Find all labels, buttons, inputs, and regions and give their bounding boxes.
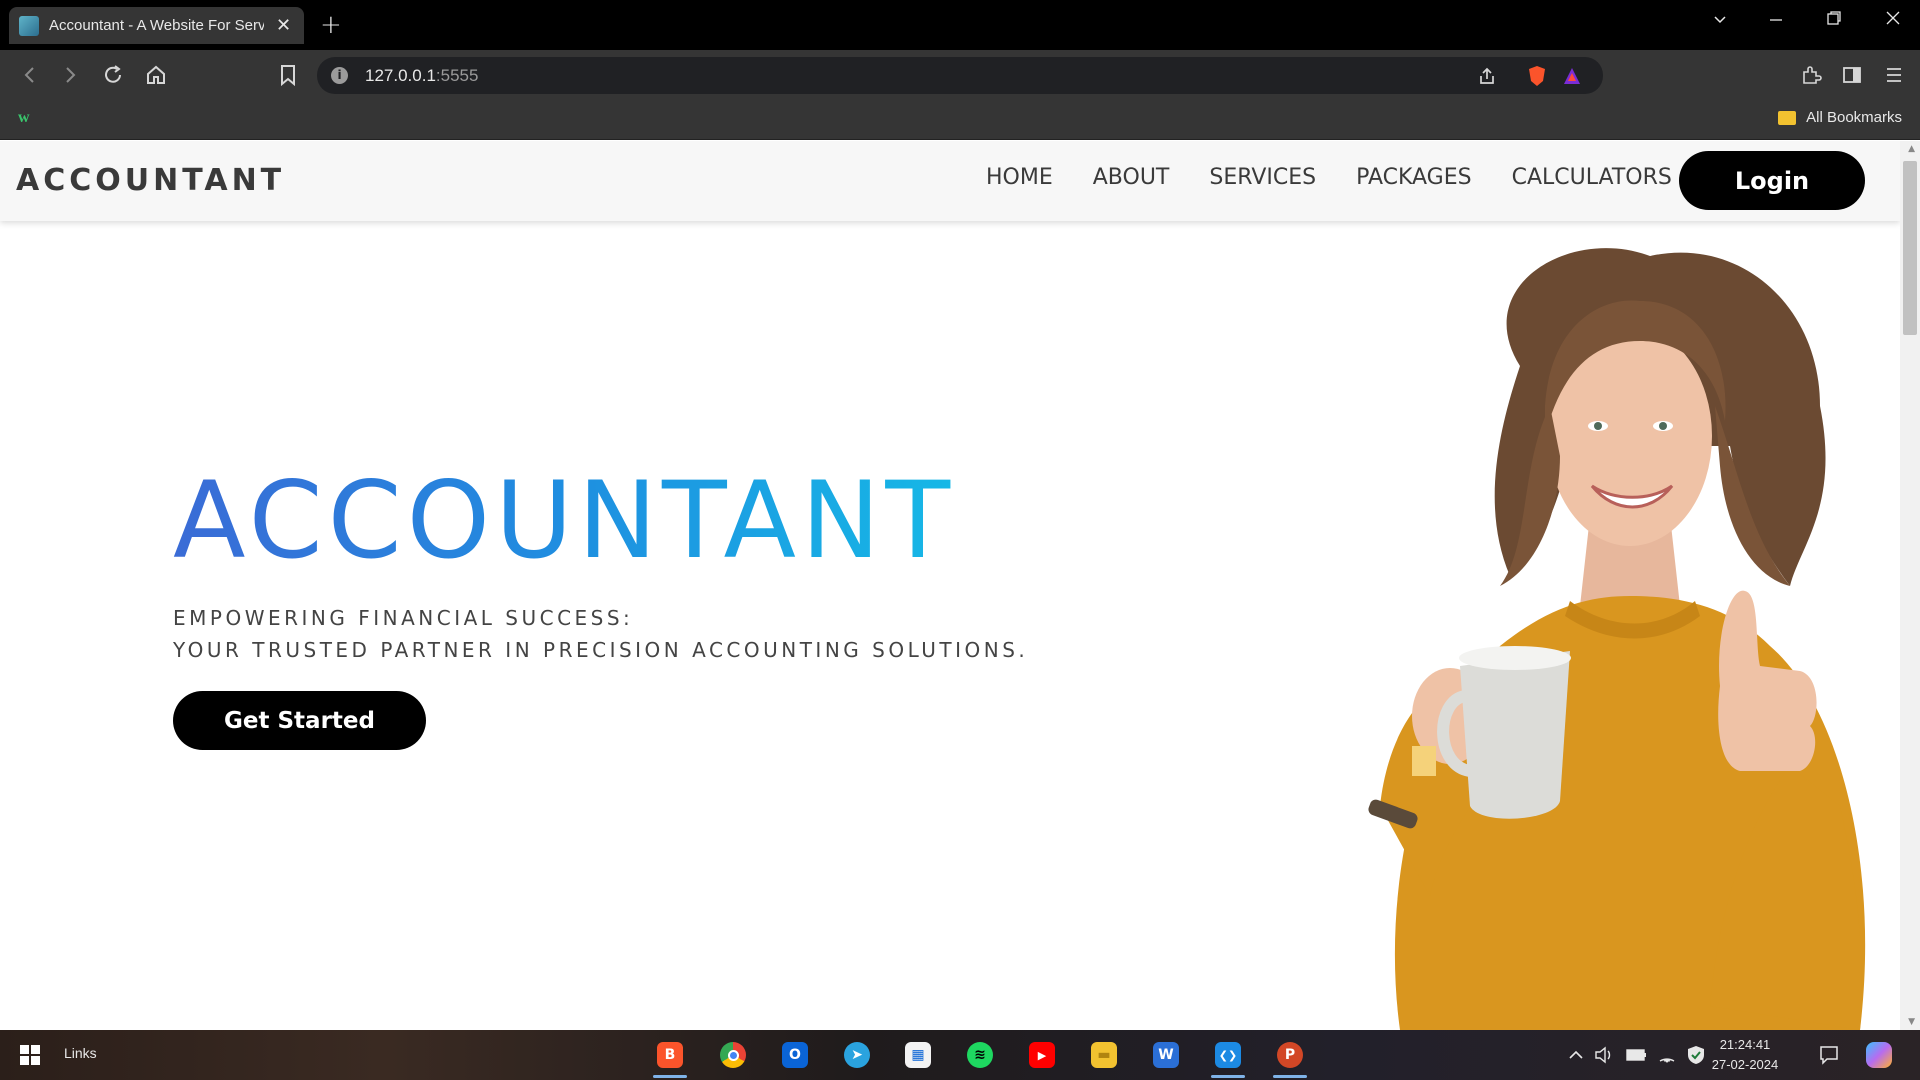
windows-start-icon[interactable] [20, 1045, 40, 1065]
page-scrollbar[interactable]: ▲ ▼ [1900, 141, 1920, 1030]
scroll-up-icon[interactable]: ▲ [1908, 144, 1915, 154]
restore-icon[interactable] [1826, 10, 1842, 26]
taskbar-outlook-icon[interactable]: O [778, 1038, 812, 1072]
page-viewport: ACCOUNTANT HOME ABOUT SERVICES PACKAGES … [0, 141, 1920, 1030]
battery-icon[interactable] [1626, 1048, 1648, 1062]
bookmark-icon[interactable] [278, 64, 298, 86]
new-tab-button[interactable]: + [320, 10, 342, 40]
scroll-thumb[interactable] [1903, 161, 1917, 335]
all-bookmarks-button[interactable]: All Bookmarks [1778, 109, 1902, 126]
all-bookmarks-label: All Bookmarks [1806, 109, 1902, 126]
url-host: 127.0.0.1 [365, 66, 436, 85]
url-port: :5555 [435, 66, 479, 85]
nav-services[interactable]: SERVICES [1209, 165, 1316, 190]
site-navbar: ACCOUNTANT HOME ABOUT SERVICES PACKAGES … [0, 141, 1900, 221]
taskbar-brave-icon[interactable]: B [653, 1038, 687, 1078]
extensions-icon[interactable] [1800, 64, 1822, 86]
folder-icon [1778, 110, 1797, 125]
taskbar-links-toolbar[interactable]: Links [64, 1045, 97, 1061]
address-bar[interactable]: i 127.0.0.1:5555 [317, 57, 1603, 94]
taskbar-telegram-icon[interactable]: ➤ [840, 1038, 874, 1072]
taskbar-file-explorer-icon[interactable]: ▬ [1087, 1038, 1121, 1072]
tray-chevron-up-icon[interactable] [1568, 1048, 1584, 1062]
hero-subtitle-line2: YOUR TRUSTED PARTNER IN PRECISION ACCOUN… [173, 638, 1029, 662]
volume-icon[interactable] [1594, 1046, 1614, 1064]
close-tab-icon[interactable]: ✕ [276, 15, 291, 36]
close-window-icon[interactable] [1885, 10, 1901, 26]
nav-home[interactable]: HOME [986, 165, 1053, 190]
login-button[interactable]: Login [1679, 151, 1865, 210]
browser-tabstrip: Accountant - A Website For Serv ✕ + [0, 0, 1920, 50]
hero-person-image [1368, 248, 1866, 1030]
nav-packages[interactable]: PACKAGES [1356, 165, 1472, 190]
back-arrow-icon[interactable] [20, 65, 40, 85]
menu-icon[interactable] [1884, 64, 1904, 86]
hero-title: ACCOUNTANT [173, 459, 956, 582]
browser-tab-active[interactable]: Accountant - A Website For Serv ✕ [9, 7, 304, 44]
minimize-icon[interactable] [1768, 12, 1784, 28]
taskbar-word-icon[interactable]: W [1149, 1038, 1183, 1072]
bookmarks-bar: w All Bookmarks [0, 100, 1920, 140]
nav-about[interactable]: ABOUT [1093, 165, 1170, 190]
get-started-button[interactable]: Get Started [173, 691, 426, 750]
taskbar-chrome-icon[interactable] [716, 1038, 750, 1072]
site-info-icon[interactable]: i [331, 67, 348, 84]
share-icon[interactable] [1477, 66, 1497, 86]
copilot-icon[interactable] [1862, 1038, 1896, 1072]
brave-shields-icon[interactable] [1527, 65, 1547, 87]
clock-date: 27-02-2024 [1711, 1057, 1779, 1072]
home-icon[interactable] [145, 64, 167, 86]
site-favicon-icon [19, 15, 39, 36]
notifications-icon[interactable] [1818, 1044, 1840, 1066]
windows-taskbar: Links B O ➤ ▦ ≋ ▶ ▬ W ❮❯ P 21:24:41 27-0… [0, 1030, 1920, 1080]
brave-rewards-icon[interactable] [1562, 66, 1582, 86]
tab-title: Accountant - A Website For Serv [49, 17, 264, 34]
forward-arrow-icon[interactable] [60, 65, 80, 85]
taskbar-store-icon[interactable]: ▦ [901, 1038, 935, 1072]
taskbar-powerpoint-icon[interactable]: P [1273, 1038, 1307, 1078]
scroll-down-icon[interactable]: ▼ [1908, 1017, 1915, 1027]
hero-subtitle-line1: EMPOWERING FINANCIAL SUCCESS: [173, 606, 634, 630]
taskbar-youtube-icon[interactable]: ▶ [1025, 1038, 1059, 1072]
tab-search-icon[interactable] [1712, 12, 1728, 28]
taskbar-spotify-icon[interactable]: ≋ [963, 1038, 997, 1072]
wifi-icon[interactable] [1657, 1046, 1677, 1064]
reload-icon[interactable] [102, 64, 124, 86]
taskbar-vscode-icon[interactable]: ❮❯ [1211, 1038, 1245, 1078]
browser-toolbar: i 127.0.0.1:5555 [0, 50, 1920, 100]
taskbar-clock[interactable]: 21:24:41 27-02-2024 [1700, 1035, 1790, 1075]
bookmark-w-icon[interactable]: w [18, 109, 30, 127]
sidebar-icon[interactable] [1841, 64, 1863, 86]
nav-calculators[interactable]: CALCULATORS [1512, 165, 1672, 190]
nav-links: HOME ABOUT SERVICES PACKAGES CALCULATORS [986, 165, 1712, 190]
url-text: 127.0.0.1:5555 [365, 66, 478, 86]
site-logo[interactable]: ACCOUNTANT [16, 163, 285, 198]
clock-time: 21:24:41 [1719, 1037, 1771, 1052]
